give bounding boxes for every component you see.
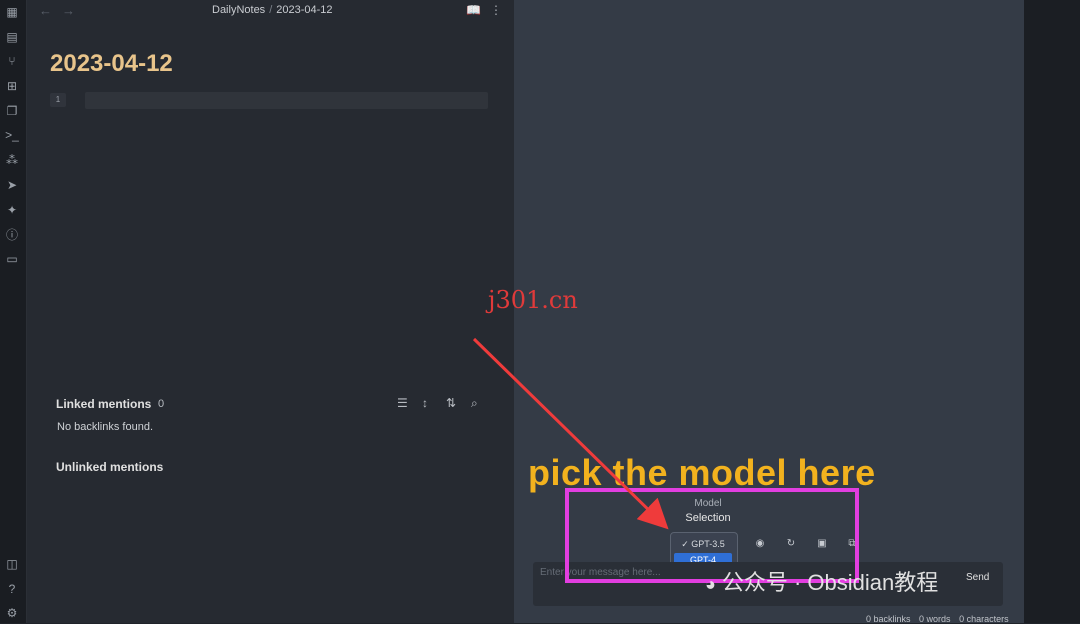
- wechat-icon: ◕: [705, 574, 716, 594]
- wechat-watermark: ◕ 公众号 · Obsidian教程: [705, 565, 938, 597]
- wechat-text: 公众号 · Obsidian教程: [721, 570, 939, 595]
- annotation-arrow: [472, 337, 669, 530]
